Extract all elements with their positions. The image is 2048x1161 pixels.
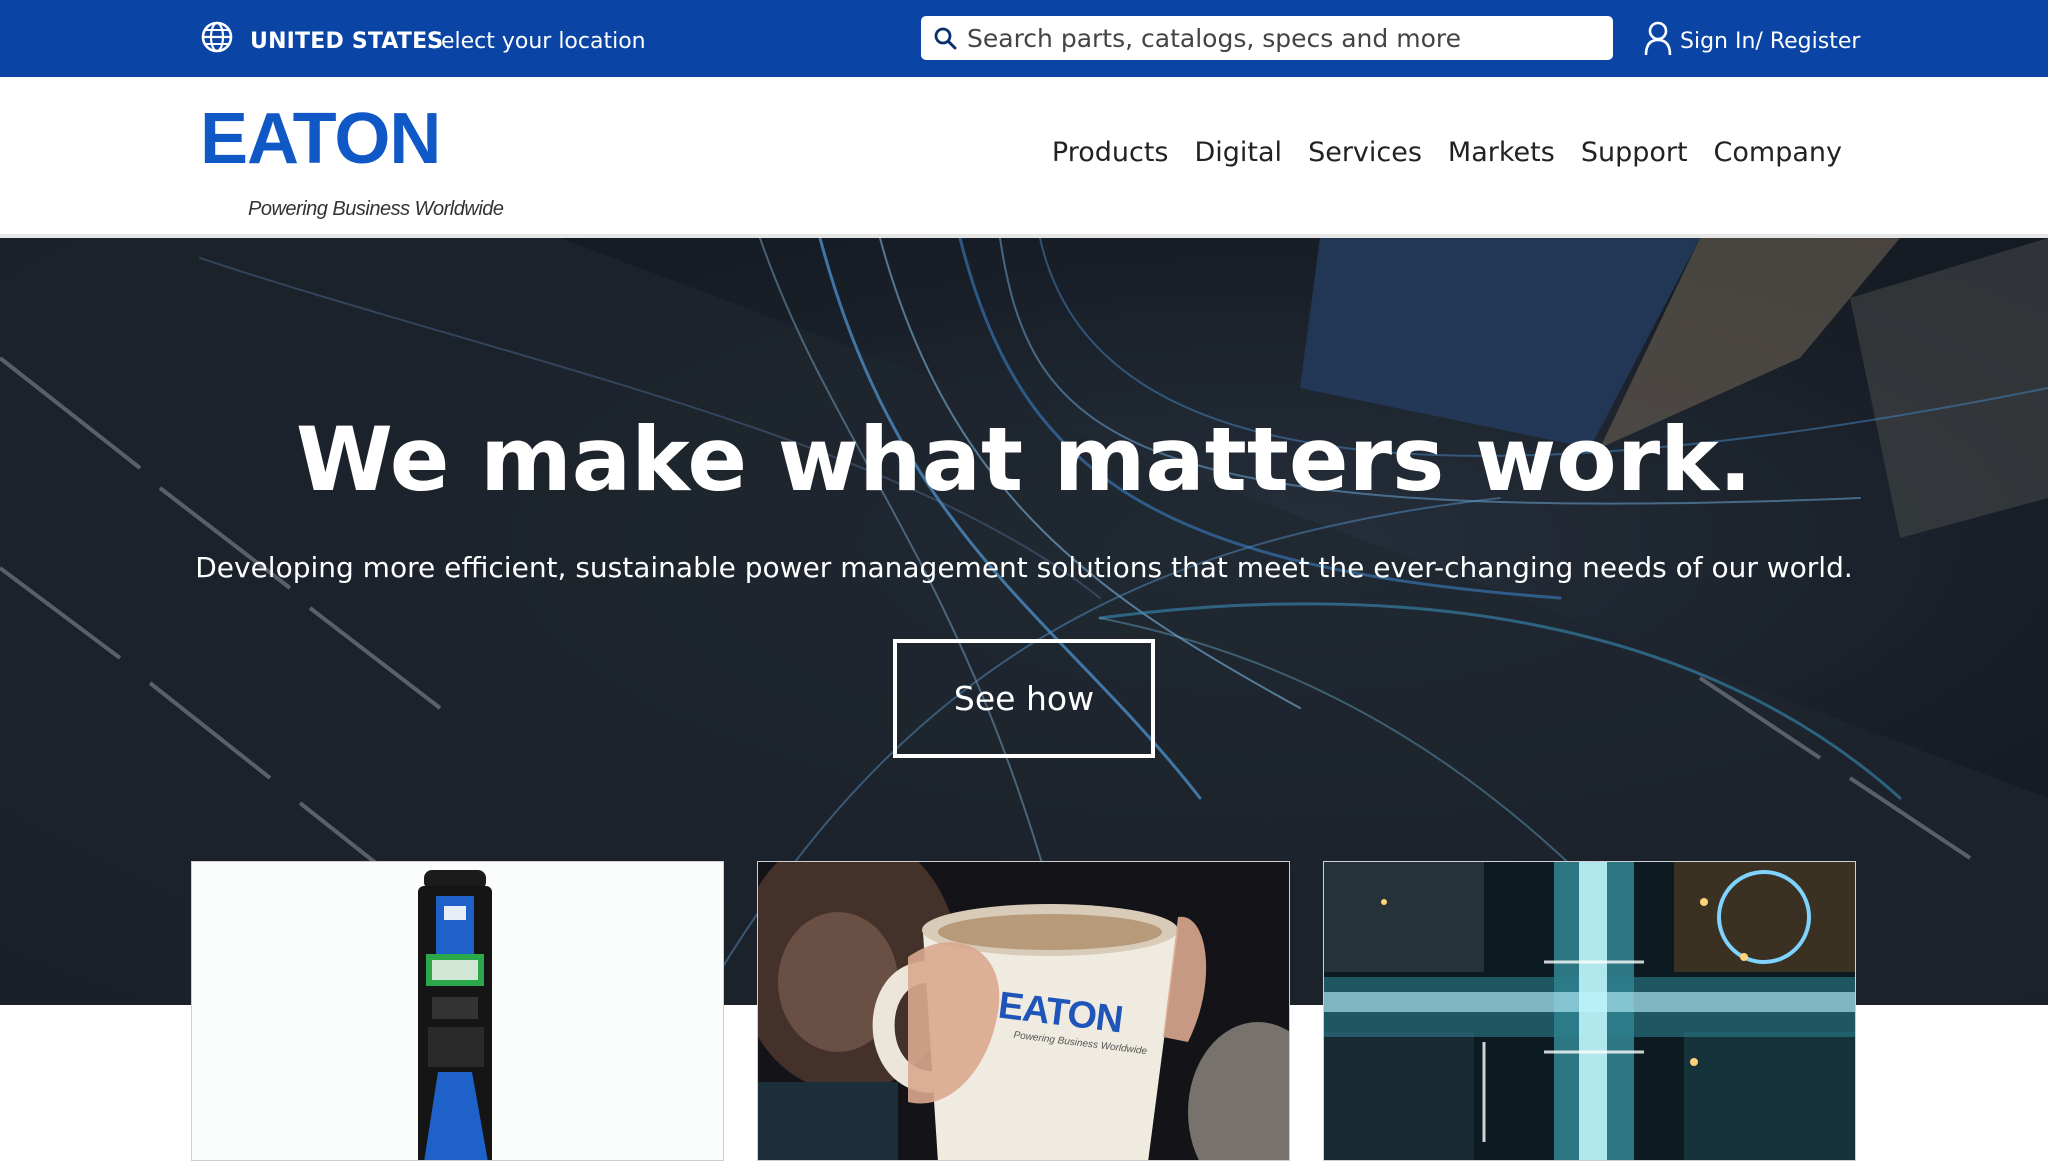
select-location-link[interactable]: Select your location: [427, 27, 646, 57]
hero-subtitle: Developing more efficient, sustainable p…: [195, 551, 1853, 584]
globe-icon[interactable]: [200, 20, 234, 54]
nav-item-digital[interactable]: Digital: [1194, 133, 1282, 173]
utility-bar: UNITED STATES Select your location Sign …: [0, 0, 2048, 77]
logo-wordmark: EATON: [200, 99, 441, 179]
hero-title: We make what matters work.: [295, 408, 1753, 511]
city-aerial-image: [1324, 862, 1855, 1160]
nav-item-services[interactable]: Services: [1308, 133, 1422, 173]
nav-item-markets[interactable]: Markets: [1448, 133, 1555, 173]
nav-item-support[interactable]: Support: [1581, 133, 1688, 173]
card-eaton-mug[interactable]: EATON Powering Business Worldwide: [757, 861, 1290, 1161]
user-icon[interactable]: [1643, 20, 1673, 56]
card-city-aerial[interactable]: [1323, 861, 1856, 1161]
main-header: EATON Powering Business Worldwide Produc…: [0, 77, 2048, 234]
search-input[interactable]: [967, 16, 1597, 60]
nav-item-company[interactable]: Company: [1714, 133, 1842, 173]
search-box[interactable]: [921, 16, 1613, 60]
card-ev-charger[interactable]: [191, 861, 724, 1161]
eaton-logo[interactable]: EATON Powering Business Worldwide: [200, 99, 504, 220]
main-nav: Products Digital Services Markets Suppor…: [1052, 133, 1842, 173]
country-label[interactable]: UNITED STATES: [250, 27, 443, 57]
search-icon[interactable]: [933, 26, 957, 50]
sign-in-register-link[interactable]: Sign In/ Register: [1680, 27, 1860, 57]
nav-item-products[interactable]: Products: [1052, 133, 1169, 173]
ev-charger-image: [192, 862, 723, 1160]
logo-tagline: Powering Business Worldwide: [248, 198, 504, 220]
see-how-button[interactable]: See how: [893, 639, 1155, 758]
